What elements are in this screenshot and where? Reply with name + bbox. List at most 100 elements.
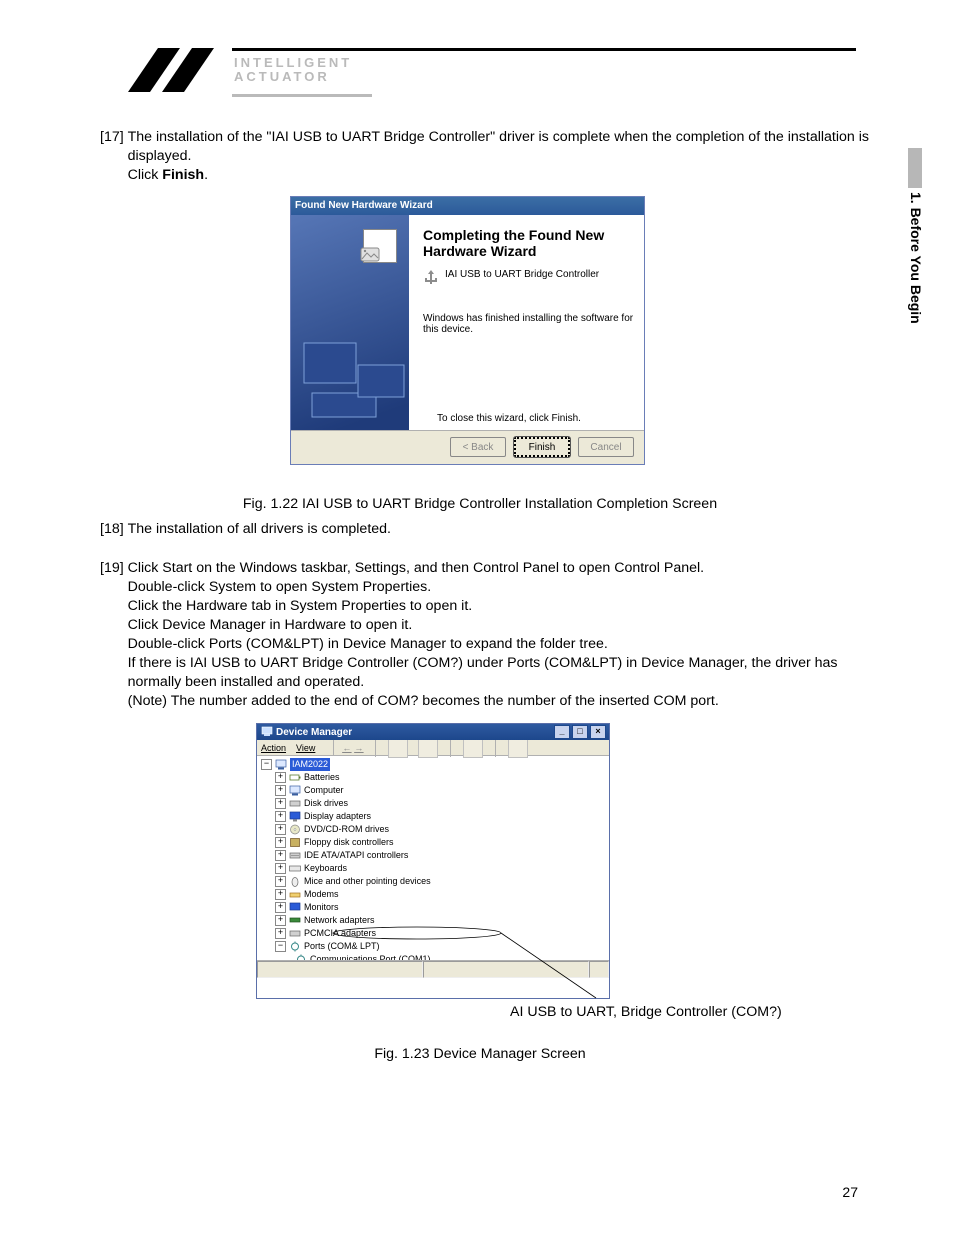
toolbar-fwd-icon[interactable]: →: [354, 743, 363, 753]
wizard-device-name: IAI USB to UART Bridge Controller: [445, 269, 599, 280]
tree-expand-icon[interactable]: +: [275, 824, 286, 835]
tree-expand-icon[interactable]: +: [275, 863, 286, 874]
tree-item-label: Floppy disk controllers: [304, 836, 394, 849]
wizard-sidebar-graphic: [291, 215, 409, 430]
header-rule-2: [232, 94, 372, 97]
figure-1-22-caption: Fig. 1.22 IAI USB to UART Bridge Control…: [100, 496, 860, 512]
figure-1-23-caption: Fig. 1.23 Device Manager Screen: [100, 1046, 860, 1062]
tree-item-ports[interactable]: −Ports (COM& LPT): [261, 940, 605, 953]
tree-item[interactable]: + Keyboards: [261, 862, 605, 875]
tree-item[interactable]: + Computer: [261, 784, 605, 797]
tree-item-label: IDE ATA/ATAPI controllers: [304, 849, 408, 862]
device-manager-window: Device Manager _ □ × Action View ← →: [256, 723, 610, 999]
step-19-l3: Click the Hardware tab in System Propert…: [128, 598, 473, 614]
tree-item[interactable]: + Floppy disk controllers: [261, 836, 605, 849]
devmgr-statusbar: [257, 960, 609, 978]
tree-item-label: Monitors: [304, 901, 339, 914]
step-19-l2: Double-click System to open System Prope…: [128, 579, 432, 595]
tree-item-label: Keyboards: [304, 862, 347, 875]
tree-root-label[interactable]: IAM2022: [290, 758, 330, 771]
tree-expand-icon[interactable]: +: [275, 889, 286, 900]
wizard-back-button[interactable]: < Back: [450, 437, 506, 457]
tree-item[interactable]: +DVD/CD-ROM drives: [261, 823, 605, 836]
toolbar-btn-2[interactable]: [418, 738, 438, 758]
tree-item-label: Disk drives: [304, 797, 348, 810]
step-18-text: The installation of all drivers is compl…: [128, 520, 880, 539]
tree-expand-icon[interactable]: +: [275, 915, 286, 926]
computer-icon: [275, 759, 287, 770]
tree-subitem[interactable]: Communications Port (COM1): [261, 953, 605, 960]
step-19-l7: (Note) The number added to the end of CO…: [128, 693, 719, 709]
device-category-icon: [289, 824, 301, 835]
toolbar-back-icon[interactable]: ←: [342, 743, 351, 753]
wizard-thumb-icon: [363, 229, 397, 263]
tree-item[interactable]: +Network adapters: [261, 914, 605, 927]
wizard-message: Windows has finished installing the soft…: [423, 313, 634, 335]
device-category-icon: [289, 798, 301, 809]
tree-expand-icon[interactable]: +: [275, 811, 286, 822]
toolbar-btn-1[interactable]: [388, 738, 408, 758]
tree-item-label: Computer: [304, 784, 344, 797]
wizard-close-hint: To close this wizard, click Finish.: [437, 413, 581, 424]
device-category-icon: [289, 876, 301, 887]
menu-action[interactable]: Action: [261, 743, 286, 753]
close-button[interactable]: ×: [590, 725, 606, 739]
usb-device-icon: [423, 269, 439, 285]
step-19-l5: Double-click Ports (COM&LPT) in Device M…: [128, 636, 608, 652]
tree-expand-icon[interactable]: +: [275, 928, 286, 939]
page-header: INTELLIGENT ACTUATOR: [128, 48, 858, 92]
maximize-button[interactable]: □: [572, 725, 588, 739]
tree-item[interactable]: + IDE ATA/ATAPI controllers: [261, 849, 605, 862]
wizard-finish-button[interactable]: Finish: [514, 437, 570, 457]
device-category-icon: [289, 785, 301, 796]
tree-item-label: Modems: [304, 888, 339, 901]
device-category-icon: [289, 837, 301, 848]
tree-item[interactable]: +Mice and other pointing devices: [261, 875, 605, 888]
tree-expand-icon[interactable]: +: [275, 798, 286, 809]
devmgr-title-bar: Device Manager _ □ ×: [257, 724, 609, 740]
device-category-icon: [289, 850, 301, 861]
tree-item[interactable]: + Monitors: [261, 901, 605, 914]
brand-line-1: INTELLIGENT: [234, 56, 352, 70]
tree-item-label: Batteries: [304, 771, 340, 784]
side-tab-block-icon: [908, 148, 922, 188]
side-tab-label: 1. Before You Begin: [908, 192, 924, 324]
tree-expand-icon[interactable]: +: [275, 850, 286, 861]
brand-logo-icon: [128, 48, 226, 92]
tree-expand-icon[interactable]: +: [275, 837, 286, 848]
step-17-line1: The installation of the "IAI USB to UART…: [128, 129, 869, 164]
brand-line-2: ACTUATOR: [234, 70, 352, 84]
tree-expand-icon[interactable]: +: [275, 876, 286, 887]
menu-view[interactable]: View: [296, 743, 315, 753]
tree-item[interactable]: + Modems: [261, 888, 605, 901]
step-17-finish: Finish: [162, 167, 204, 183]
tree-expand-icon[interactable]: +: [275, 902, 286, 913]
tree-expand-icon[interactable]: +: [275, 785, 286, 796]
tree-collapse-icon[interactable]: −: [261, 759, 272, 770]
device-category-icon: [289, 863, 301, 874]
ports-icon: [289, 941, 301, 952]
side-chapter-tab: 1. Before You Begin: [908, 148, 924, 324]
minimize-button[interactable]: _: [554, 725, 570, 739]
tree-item[interactable]: + Batteries: [261, 771, 605, 784]
device-category-icon: [289, 915, 301, 926]
tree-item[interactable]: +PCMCIA adapters: [261, 927, 605, 940]
step-17: [17] The installation of the "IAI USB to…: [100, 128, 880, 185]
devmgr-menubar: Action View ← →: [257, 740, 609, 756]
tree-collapse-icon[interactable]: −: [275, 941, 286, 952]
tree-item[interactable]: +Display adapters: [261, 810, 605, 823]
tree-expand-icon[interactable]: +: [275, 772, 286, 783]
step-19-l6: If there is IAI USB to UART Bridge Contr…: [128, 655, 838, 690]
devmgr-tree[interactable]: − IAM2022 + Batteries + Computer + Disk drive…: [257, 756, 609, 960]
step-19-l1: Click Start on the Windows taskbar, Sett…: [128, 560, 705, 576]
tree-item-label: Communications Port (COM1): [310, 953, 431, 960]
page-number: 27: [842, 1184, 858, 1200]
device-category-icon: [289, 928, 301, 939]
tree-item[interactable]: + Disk drives: [261, 797, 605, 810]
toolbar-btn-4[interactable]: [508, 738, 528, 758]
step-number: [19]: [100, 559, 128, 711]
toolbar-btn-3[interactable]: [463, 738, 483, 758]
step-19: [19] Click Start on the Windows taskbar,…: [100, 559, 880, 711]
wizard-cancel-button[interactable]: Cancel: [578, 437, 634, 457]
wizard-title-bar: Found New Hardware Wizard: [291, 197, 644, 215]
